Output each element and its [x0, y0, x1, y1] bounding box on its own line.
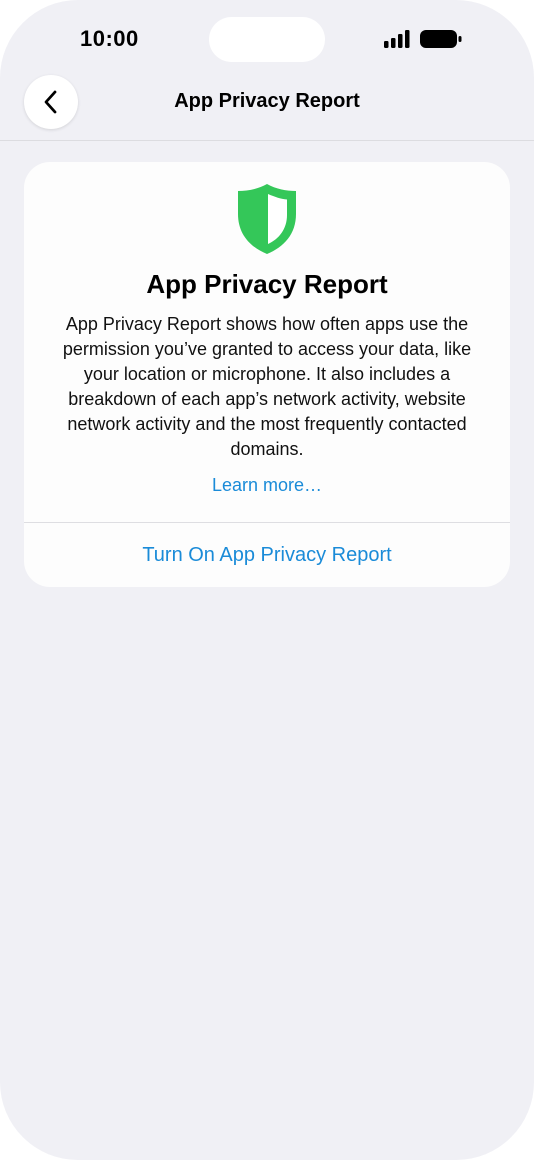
card-title: App Privacy Report: [146, 269, 388, 299]
dynamic-island: [209, 17, 325, 62]
privacy-report-card: App Privacy Report App Privacy Report sh…: [24, 162, 510, 587]
battery-icon: [420, 30, 462, 48]
nav-title: App Privacy Report: [174, 90, 360, 112]
learn-more-link[interactable]: Learn more…: [24, 475, 510, 496]
phone-screen: 10:00 App Privacy Report App Privacy Rep…: [0, 0, 534, 1160]
card-description: App Privacy Report shows how often apps …: [62, 314, 472, 459]
turn-on-privacy-report-button[interactable]: Turn On App Privacy Report: [24, 523, 510, 587]
status-time: 10:00: [80, 26, 139, 51]
shield-icon: [238, 184, 296, 254]
signal-icon: [384, 30, 410, 48]
nav-divider: [0, 140, 534, 141]
